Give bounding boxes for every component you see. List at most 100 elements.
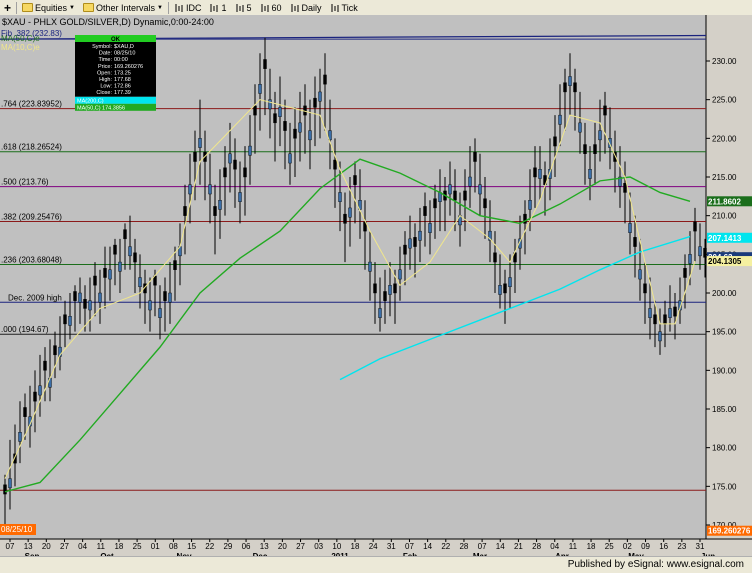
price-candle (243, 167, 247, 178)
bar-icon (330, 3, 340, 13)
price-candle (633, 237, 637, 247)
price-candle (588, 169, 592, 179)
price-candle (503, 283, 507, 294)
toolbar-item-1[interactable]: 1 (205, 1, 230, 14)
price-candle (693, 221, 697, 232)
price-candle (23, 407, 27, 417)
toolbar-item-other-intervals[interactable]: Other Intervals ▼ (79, 1, 167, 14)
price-candle (238, 192, 242, 202)
chart-title: $XAU - PHLX GOLD/SILVER,D) Dynamic,0:00-… (2, 17, 214, 27)
price-candle (653, 314, 657, 325)
price-marker-label: 204.1305 (708, 257, 742, 266)
price-candle (598, 130, 602, 141)
price-candle (113, 244, 117, 255)
price-candle (673, 306, 677, 317)
price-candle (318, 91, 322, 102)
x-tick-label: 20 (278, 542, 287, 551)
add-icon[interactable]: + (0, 1, 15, 15)
x-tick-label: 25 (605, 542, 614, 551)
price-candle (163, 291, 167, 301)
price-candle (498, 285, 502, 295)
price-candle (308, 130, 312, 141)
price-candle (233, 159, 237, 170)
price-candle (93, 275, 97, 286)
chart: .764 (223.83952) .618 (218.26524) .500 (21… (0, 15, 752, 556)
price-candle (223, 167, 227, 178)
x-tick-label: 18 (587, 542, 596, 551)
bar-icon (260, 3, 270, 13)
price-candle (558, 114, 562, 125)
price-candle (483, 198, 487, 209)
toolbar-item-tick[interactable]: Tick (326, 1, 362, 14)
price-candle (383, 291, 387, 301)
price-candle (88, 300, 92, 311)
price-candle (463, 190, 467, 201)
x-tick-label: 04 (550, 542, 559, 551)
price-marker-label: 207.1413 (708, 234, 742, 243)
price-candle (273, 113, 277, 124)
y-tick-label: 210.00 (712, 212, 737, 221)
toolbar-item-5[interactable]: 5 (231, 1, 256, 14)
x-tick-label: 28 (459, 542, 468, 551)
y-tick-label: 190.00 (712, 366, 737, 375)
price-candle (418, 230, 422, 241)
x-tick-label: 22 (205, 542, 214, 551)
price-candle (603, 105, 607, 116)
data-window-key: Time: (98, 57, 112, 63)
data-window-value: 177.39 (114, 90, 131, 96)
data-window-ma-label: MA(50,C) 174.3856 (77, 105, 125, 111)
price-candle (703, 247, 707, 258)
x-tick-label: 21 (514, 542, 523, 551)
price-candle (638, 269, 642, 280)
price-candle (218, 199, 222, 210)
price-candle (343, 213, 347, 224)
toolbar-item-60[interactable]: 60 (256, 1, 286, 14)
price-candle (288, 153, 292, 164)
price-candle (643, 283, 647, 294)
y-tick-label: 225.00 (712, 96, 737, 105)
x-tick-label: 31 (387, 542, 396, 551)
price-candle (408, 238, 412, 249)
price-candle (578, 122, 582, 133)
price-candle (213, 206, 217, 216)
price-candle (183, 206, 187, 216)
price-candle (108, 269, 112, 280)
price-candle (413, 237, 417, 247)
toolbar-item-label: IDC (185, 2, 202, 13)
price-candle (323, 74, 327, 85)
price-candle (68, 316, 72, 326)
price-candle (138, 277, 142, 288)
fib-level-label: .618 (218.26524) (1, 143, 62, 152)
y-tick-label: 180.00 (712, 444, 737, 453)
x-tick-label: 16 (659, 542, 668, 551)
x-tick-label: 28 (532, 542, 541, 551)
x-tick-label: 09 (641, 542, 650, 551)
footer: Published by eSignal: www.esignal.com (0, 556, 752, 573)
publisher-credit: Published by eSignal: www.esignal.com (567, 559, 744, 570)
data-window-value: 08/25/10 (114, 51, 135, 57)
price-candle (648, 308, 652, 318)
data-window-key: Low: (100, 84, 112, 90)
y-tick-label: 230.00 (712, 57, 737, 66)
x-tick-label: 23 (677, 542, 686, 551)
toolbar-item-daily[interactable]: Daily (286, 1, 326, 14)
date-tag-label: 08/25/10 (1, 525, 33, 534)
price-candle (118, 261, 122, 272)
price-axis-panel (706, 15, 752, 539)
x-tick-label: 13 (260, 542, 269, 551)
x-tick-label: 07 (405, 542, 414, 551)
data-window-value: 00:00 (114, 57, 128, 63)
x-tick-label: 14 (496, 542, 505, 551)
toolbar-item-equities[interactable]: Equities ▼ (18, 1, 79, 14)
price-candle (148, 300, 152, 311)
y-tick-label: 215.00 (712, 173, 737, 182)
price-candle (388, 285, 392, 295)
chevron-down-icon: ▼ (157, 4, 163, 11)
fib-level-label: .500 (213.76) (1, 178, 49, 187)
fib-level-label: .382 (209.25476) (1, 212, 62, 221)
x-tick-label: 15 (187, 542, 196, 551)
toolbar-item-idc[interactable]: IDC (170, 1, 206, 14)
price-candle (53, 345, 57, 356)
price-candle (253, 105, 257, 116)
price-candle (98, 292, 102, 303)
